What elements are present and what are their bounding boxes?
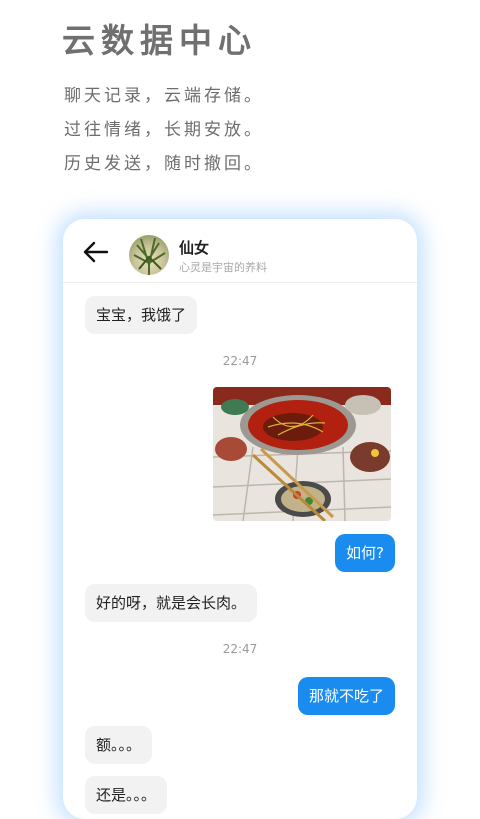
message-incoming[interactable]: 还是。。。	[85, 776, 168, 814]
back-arrow-icon[interactable]	[83, 241, 109, 263]
timestamp: 22:47	[222, 642, 258, 656]
hotpot-photo[interactable]	[213, 387, 391, 521]
hero-line-3: 历史发送，随时撤回。	[64, 154, 264, 174]
contact-status: 心灵是宇宙的养料	[179, 261, 267, 274]
timestamp: 22:47	[222, 354, 258, 368]
chat-preview-card: 仙女 心灵是宇宙的养料 宝宝，我饿了 22:47 如何? 好的呀，就是会长肉。 …	[63, 219, 417, 819]
hero-title: 云数据中心	[62, 21, 257, 60]
hero-line-2: 过往情绪，长期安放。	[64, 120, 264, 140]
chat-header: 仙女 心灵是宇宙的养料	[63, 219, 417, 283]
message-incoming[interactable]: 好的呀，就是会长肉。	[85, 584, 258, 622]
message-incoming[interactable]: 额。。。	[85, 726, 153, 764]
hero-description: 聊天记录，云端存储。 过往情绪，长期安放。 历史发送，随时撤回。	[64, 82, 264, 184]
message-outgoing[interactable]: 如何?	[335, 534, 395, 572]
contact-name: 仙女	[179, 239, 210, 257]
hero-line-1: 聊天记录，云端存储。	[64, 86, 264, 106]
message-incoming[interactable]: 宝宝，我饿了	[85, 296, 198, 334]
avatar[interactable]	[129, 235, 169, 275]
message-outgoing[interactable]: 那就不吃了	[297, 677, 395, 715]
